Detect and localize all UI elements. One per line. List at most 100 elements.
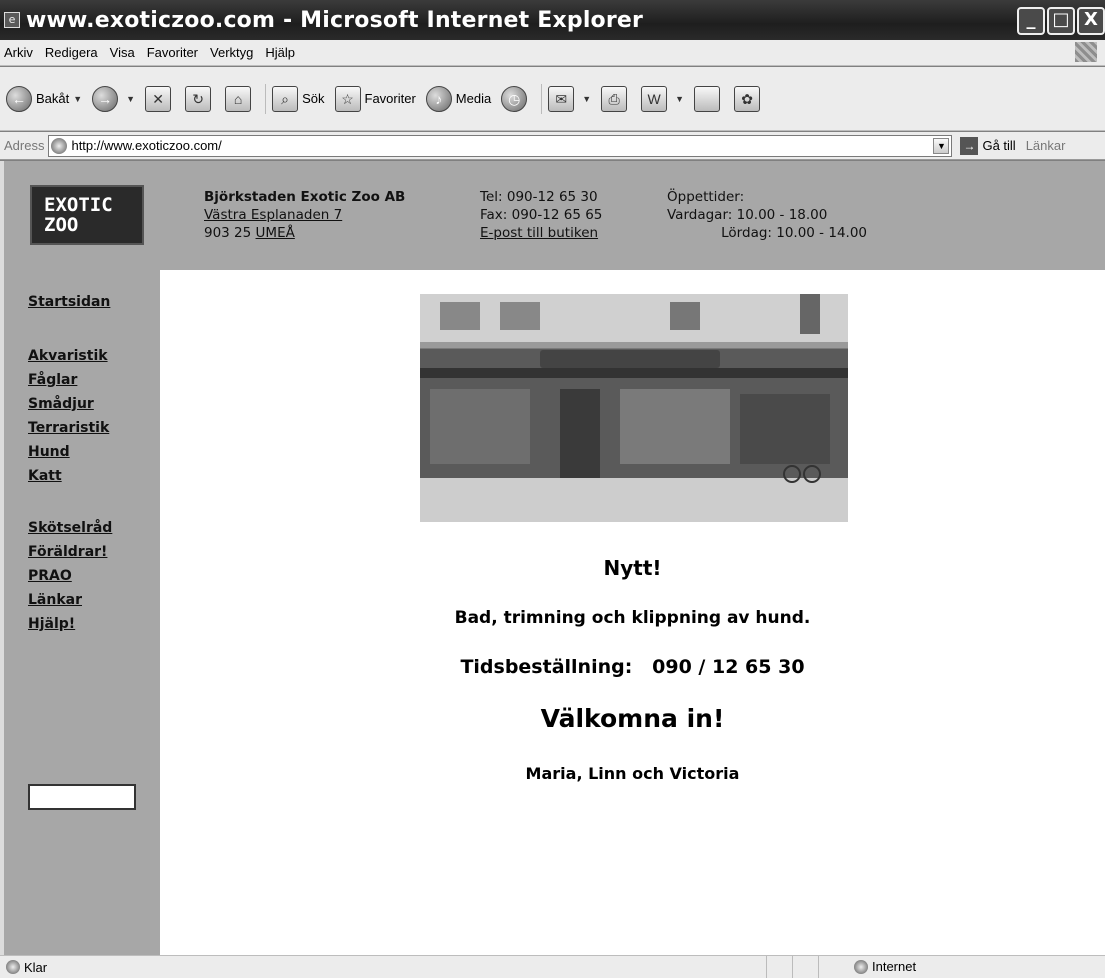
globe-icon xyxy=(854,959,868,974)
minimize-button[interactable]: _ xyxy=(1017,7,1045,35)
logo-line-2: ZOO xyxy=(44,214,79,236)
history-icon: ◷ xyxy=(501,85,528,112)
ie-app-icon[interactable]: e xyxy=(4,12,20,28)
postcode: 903 25 xyxy=(204,225,252,241)
menu-hjalp[interactable]: Hjälp xyxy=(265,45,295,60)
nav-skotselrad[interactable]: Skötselråd xyxy=(28,516,112,540)
window-title-bar[interactable]: e www.exoticzoo.com - Microsoft Internet… xyxy=(0,0,1105,40)
printer-icon: ⎙ xyxy=(601,85,628,112)
nav-faglar[interactable]: Fåglar xyxy=(28,368,109,392)
menu-favoriter[interactable]: Favoriter xyxy=(147,45,198,60)
toolbar-divider xyxy=(541,83,543,114)
staff-signature: Maria, Linn och Victoria xyxy=(525,764,740,783)
contact-info: Tel: 090-12 65 30 Fax: 090-12 65 65 E-po… xyxy=(480,188,602,242)
menu-arkiv[interactable]: Arkiv xyxy=(4,45,33,60)
edit-button[interactable]: W ▼ xyxy=(641,85,684,112)
print-button[interactable]: ⎙ xyxy=(601,85,631,112)
page-icon xyxy=(51,137,68,154)
store-photo-illustration xyxy=(420,294,848,522)
email-link[interactable]: E-post till butiken xyxy=(480,225,598,241)
stop-icon: ✕ xyxy=(145,85,172,112)
address-bar: Adress http://www.exoticzoo.com/ ▼ → Gå … xyxy=(0,132,1105,160)
nav-hjalp[interactable]: Hjälp! xyxy=(28,612,112,636)
menu-visa[interactable]: Visa xyxy=(110,45,135,60)
nav-foraldrar[interactable]: Föräldrar! xyxy=(28,540,112,564)
mail-button[interactable]: ✉ ▼ xyxy=(548,85,591,112)
messenger-button[interactable]: ✿ xyxy=(734,85,764,112)
opening-hours: Öppettider: Vardagar: 10.00 - 18.00 Lörd… xyxy=(667,188,867,242)
discuss-button[interactable] xyxy=(694,85,724,112)
refresh-icon: ↻ xyxy=(185,85,212,112)
address-url[interactable]: http://www.exoticzoo.com/ xyxy=(71,138,221,153)
edit-dropdown-icon[interactable]: ▼ xyxy=(675,94,684,104)
nav-terraristik[interactable]: Terraristik xyxy=(28,416,109,440)
welcome-text: Välkomna in! xyxy=(540,704,725,733)
home-button[interactable]: ⌂ xyxy=(225,85,255,112)
refresh-button[interactable]: ↻ xyxy=(185,85,215,112)
news-heading: Nytt! xyxy=(603,556,662,580)
nav-hund[interactable]: Hund xyxy=(28,440,109,464)
stop-button[interactable]: ✕ xyxy=(145,85,175,112)
address-dropdown-icon[interactable]: ▼ xyxy=(933,137,950,154)
site-header: EXOTIC ZOO Björkstaden Exotic Zoo AB Väs… xyxy=(4,161,1105,270)
go-button[interactable]: → Gå till xyxy=(960,136,1016,155)
messenger-icon: ✿ xyxy=(734,85,761,112)
media-label: Media xyxy=(455,91,492,106)
back-arrow-icon: ← xyxy=(6,85,32,112)
home-icon: ⌂ xyxy=(225,85,252,112)
security-zone[interactable]: Internet xyxy=(854,959,916,974)
main-content: Nytt! Bad, trimning och klippning av hun… xyxy=(160,270,1105,955)
nav-lankar[interactable]: Länkar xyxy=(28,588,112,612)
maximize-button[interactable]: □ xyxy=(1047,7,1075,35)
go-label: Gå till xyxy=(982,138,1016,153)
nav-home-group: Startsidan xyxy=(28,290,110,314)
store-photo xyxy=(420,294,848,522)
mail-icon: ✉ xyxy=(548,85,575,112)
forward-button[interactable]: → ▼ xyxy=(92,85,135,112)
close-button[interactable]: X xyxy=(1077,7,1105,35)
exotic-zoo-logo[interactable]: EXOTIC ZOO xyxy=(30,185,144,245)
nav-startsidan[interactable]: Startsidan xyxy=(28,290,110,314)
word-icon: W xyxy=(641,85,668,112)
search-label: Sök xyxy=(302,91,325,106)
menu-redigera[interactable]: Redigera xyxy=(45,45,98,60)
street-link[interactable]: Västra Esplanaden 7 xyxy=(204,207,342,223)
nav-smadjur[interactable]: Smådjur xyxy=(28,392,109,416)
mail-dropdown-icon[interactable]: ▼ xyxy=(582,94,591,104)
nav-akvaristik[interactable]: Akvaristik xyxy=(28,344,109,368)
blank-page-icon xyxy=(694,85,721,112)
back-button[interactable]: ← Bakåt ▼ xyxy=(6,85,82,112)
nav-prao[interactable]: PRAO xyxy=(28,564,112,588)
media-icon: ♪ xyxy=(425,85,452,112)
fax-number: Fax: 090-12 65 65 xyxy=(480,207,603,223)
links-toolbar[interactable]: Länkar xyxy=(1026,138,1066,153)
menu-verktyg[interactable]: Verktyg xyxy=(210,45,253,60)
history-button[interactable]: ◷ xyxy=(501,85,531,112)
window-title: www.exoticzoo.com - Microsoft Internet E… xyxy=(26,7,644,33)
address-input[interactable]: http://www.exoticzoo.com/ ▼ xyxy=(48,134,953,157)
search-icon: ⌕ xyxy=(272,85,299,112)
nav-more: Skötselråd Föräldrar! PRAO Länkar Hjälp! xyxy=(28,516,112,636)
nav-katt[interactable]: Katt xyxy=(28,464,109,488)
phone-number: Tel: 090-12 65 30 xyxy=(480,189,598,205)
site-sidebar-nav: Startsidan Akvaristik Fåglar Smådjur Ter… xyxy=(4,270,160,955)
city-link[interactable]: UMEÅ xyxy=(256,225,295,241)
favorites-label: Favoriter xyxy=(364,91,416,106)
zone-label: Internet xyxy=(872,959,917,974)
forward-dropdown-icon[interactable]: ▼ xyxy=(126,94,135,104)
news-service: Bad, trimning och klippning av hund. xyxy=(454,608,811,628)
windows-logo-icon xyxy=(1075,42,1097,62)
search-button[interactable]: ⌕ Sök xyxy=(272,85,325,112)
browser-viewport[interactable]: EXOTIC ZOO Björkstaden Exotic Zoo AB Väs… xyxy=(0,161,1105,955)
nav-categories: Akvaristik Fåglar Smådjur Terraristik Hu… xyxy=(28,344,109,488)
toolbar: ← Bakåt ▼ → ▼ ✕ ↻ ⌂ ⌕ Sök ☆ Favoriter ♪ … xyxy=(0,67,1105,131)
djurmagazinet-badge[interactable] xyxy=(28,784,136,810)
status-panes xyxy=(766,956,844,978)
favorites-button[interactable]: ☆ Favoriter xyxy=(334,85,416,112)
hours-heading: Öppettider: xyxy=(667,189,745,205)
status-pane xyxy=(792,956,818,978)
status-pane xyxy=(818,956,844,978)
media-button[interactable]: ♪ Media xyxy=(425,85,492,112)
logo-line-1: EXOTIC xyxy=(44,194,113,216)
back-dropdown-icon[interactable]: ▼ xyxy=(73,94,82,104)
